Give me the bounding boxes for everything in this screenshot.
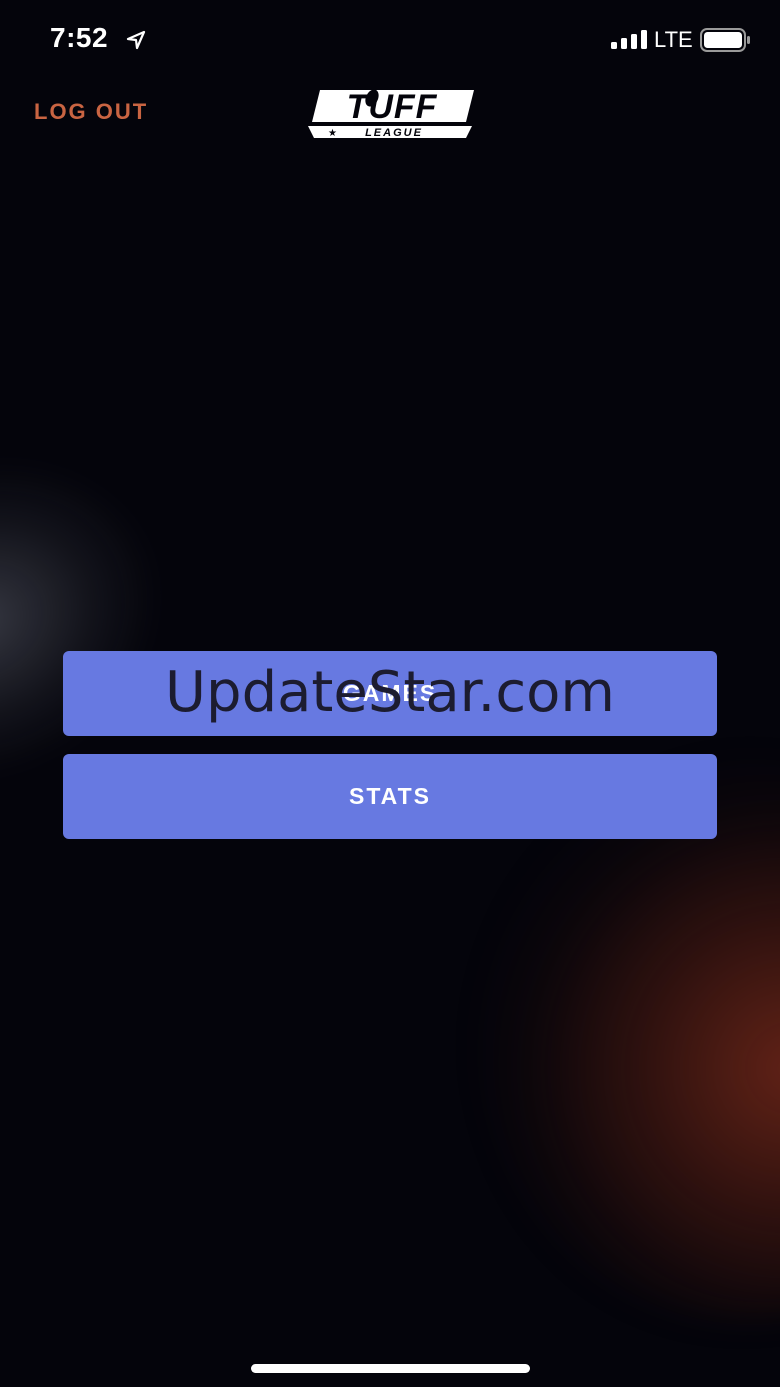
logout-button[interactable]: LOG OUT [34,99,148,125]
tuff-league-logo: TUFF ★ LEAGUE [308,88,474,139]
svg-text:★: ★ [328,128,337,139]
games-button[interactable]: GAMES [63,651,717,736]
svg-text:LEAGUE: LEAGUE [365,127,423,139]
network-type: LTE [654,27,693,52]
signal-bars-icon [611,30,647,49]
stats-button[interactable]: STATS [63,754,717,839]
background-glow-right [480,760,780,1320]
battery-icon [700,28,750,52]
svg-text:TUFF: TUFF [347,88,438,126]
home-indicator[interactable] [251,1364,530,1373]
status-bar: 7:52 LTE [0,0,780,80]
location-arrow-icon [126,30,146,50]
status-time: 7:52 [50,22,109,53]
